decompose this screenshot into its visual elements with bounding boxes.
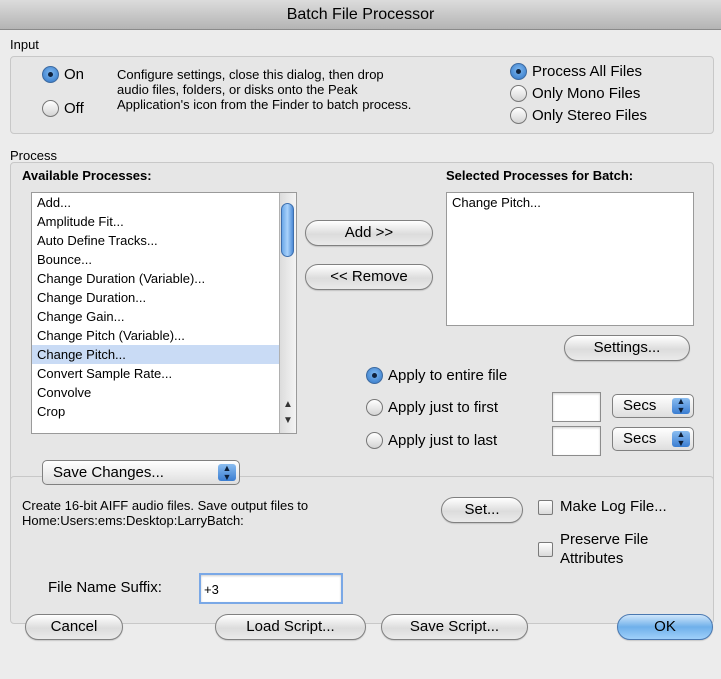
scroll-up-arrow-icon[interactable]: ▲ (283, 399, 293, 410)
apply-first-radio[interactable]: Apply just to first (366, 399, 498, 416)
available-process-item[interactable]: Change Duration... (32, 288, 296, 307)
ok-button[interactable]: OK (617, 614, 713, 640)
available-process-item[interactable]: Change Pitch (Variable)... (32, 326, 296, 345)
add-process-button[interactable]: Add >> (305, 220, 433, 246)
window-title: Batch File Processor (286, 6, 435, 23)
remove-process-button[interactable]: << Remove (305, 264, 433, 290)
apply-last-unit-popup[interactable]: Secs ▲ ▼ (612, 427, 694, 451)
process-section-label: Process (10, 148, 57, 163)
available-processes-items: Add... Amplitude Fit... Auto Define Tracks… (32, 193, 296, 421)
radio-empty-icon (510, 107, 527, 124)
available-process-item[interactable]: Convert Sample Rate... (32, 364, 296, 383)
process-all-files-radio[interactable]: Process All Files (510, 63, 642, 80)
load-script-button[interactable]: Load Script... (215, 614, 366, 640)
input-section-label: Input (10, 37, 39, 52)
only-stereo-files-radio[interactable]: Only Stereo Files (510, 107, 647, 124)
available-process-item[interactable]: Change Gain... (32, 307, 296, 326)
selected-process-item[interactable]: Change Pitch... (447, 193, 693, 212)
available-process-item[interactable]: Convolve (32, 383, 296, 402)
file-name-suffix-input[interactable]: +3 (199, 573, 343, 604)
checkbox-unchecked-icon (538, 500, 553, 515)
radio-empty-icon (42, 100, 59, 117)
settings-button[interactable]: Settings... (564, 335, 690, 361)
available-process-item[interactable]: Change Duration (Variable)... (32, 269, 296, 288)
selected-processes-items: Change Pitch... (447, 193, 693, 212)
only-mono-files-radio[interactable]: Only Mono Files (510, 85, 640, 102)
input-on-radio[interactable]: On (42, 66, 84, 83)
available-process-item[interactable]: Auto Define Tracks... (32, 231, 296, 250)
popup-stepper-icon: ▲ ▼ (672, 397, 690, 415)
apply-last-radio[interactable]: Apply just to last (366, 432, 497, 449)
dialog-body: Input On Off Configure settings, close t… (0, 30, 721, 679)
make-log-file-checkbox[interactable]: Make Log File... (538, 498, 667, 515)
input-description: Configure settings, close this dialog, t… (117, 67, 412, 112)
available-process-item[interactable]: Crop (32, 402, 296, 421)
scroll-down-arrow-icon[interactable]: ▼ (283, 415, 293, 426)
available-processes-scrollbar[interactable]: ▲ ▼ (279, 193, 296, 433)
available-processes-label: Available Processes: (22, 168, 152, 183)
cancel-button[interactable]: Cancel (25, 614, 123, 640)
window-title-bar[interactable]: Batch File Processor (0, 0, 721, 30)
popup-stepper-icon: ▲ ▼ (672, 430, 690, 448)
available-process-item[interactable]: Amplitude Fit... (32, 212, 296, 231)
output-description: Create 16-bit AIFF audio files. Save out… (22, 498, 309, 528)
scrollbar-thumb[interactable] (281, 203, 294, 257)
preserve-file-attributes-checkbox[interactable]: Preserve File Attributes (538, 530, 648, 568)
apply-entire-file-radio[interactable]: Apply to entire file (366, 367, 507, 384)
radio-empty-icon (366, 399, 383, 416)
radio-selected-icon (510, 63, 527, 80)
available-processes-list[interactable]: Add... Amplitude Fit... Auto Define Tracks… (31, 192, 297, 434)
radio-empty-icon (510, 85, 527, 102)
input-off-radio[interactable]: Off (42, 100, 84, 117)
apply-first-unit-popup[interactable]: Secs ▲ ▼ (612, 394, 694, 418)
available-process-item[interactable]: Bounce... (32, 250, 296, 269)
radio-selected-icon (42, 66, 59, 83)
save-mode-popup[interactable]: Save Changes... ▲ ▼ (42, 460, 240, 485)
save-script-button[interactable]: Save Script... (381, 614, 528, 640)
checkbox-unchecked-icon (538, 542, 553, 557)
apply-last-field[interactable] (552, 426, 601, 456)
set-output-button[interactable]: Set... (441, 497, 523, 523)
radio-selected-icon (366, 367, 383, 384)
available-process-item[interactable]: Add... (32, 193, 296, 212)
selected-processes-list[interactable]: Change Pitch... (446, 192, 694, 326)
available-process-item[interactable]: Change Pitch... (32, 345, 296, 364)
selected-processes-label: Selected Processes for Batch: (446, 168, 634, 183)
file-name-suffix-label: File Name Suffix: (48, 579, 162, 596)
radio-empty-icon (366, 432, 383, 449)
popup-stepper-icon: ▲ ▼ (218, 463, 236, 481)
apply-first-field[interactable] (552, 392, 601, 422)
